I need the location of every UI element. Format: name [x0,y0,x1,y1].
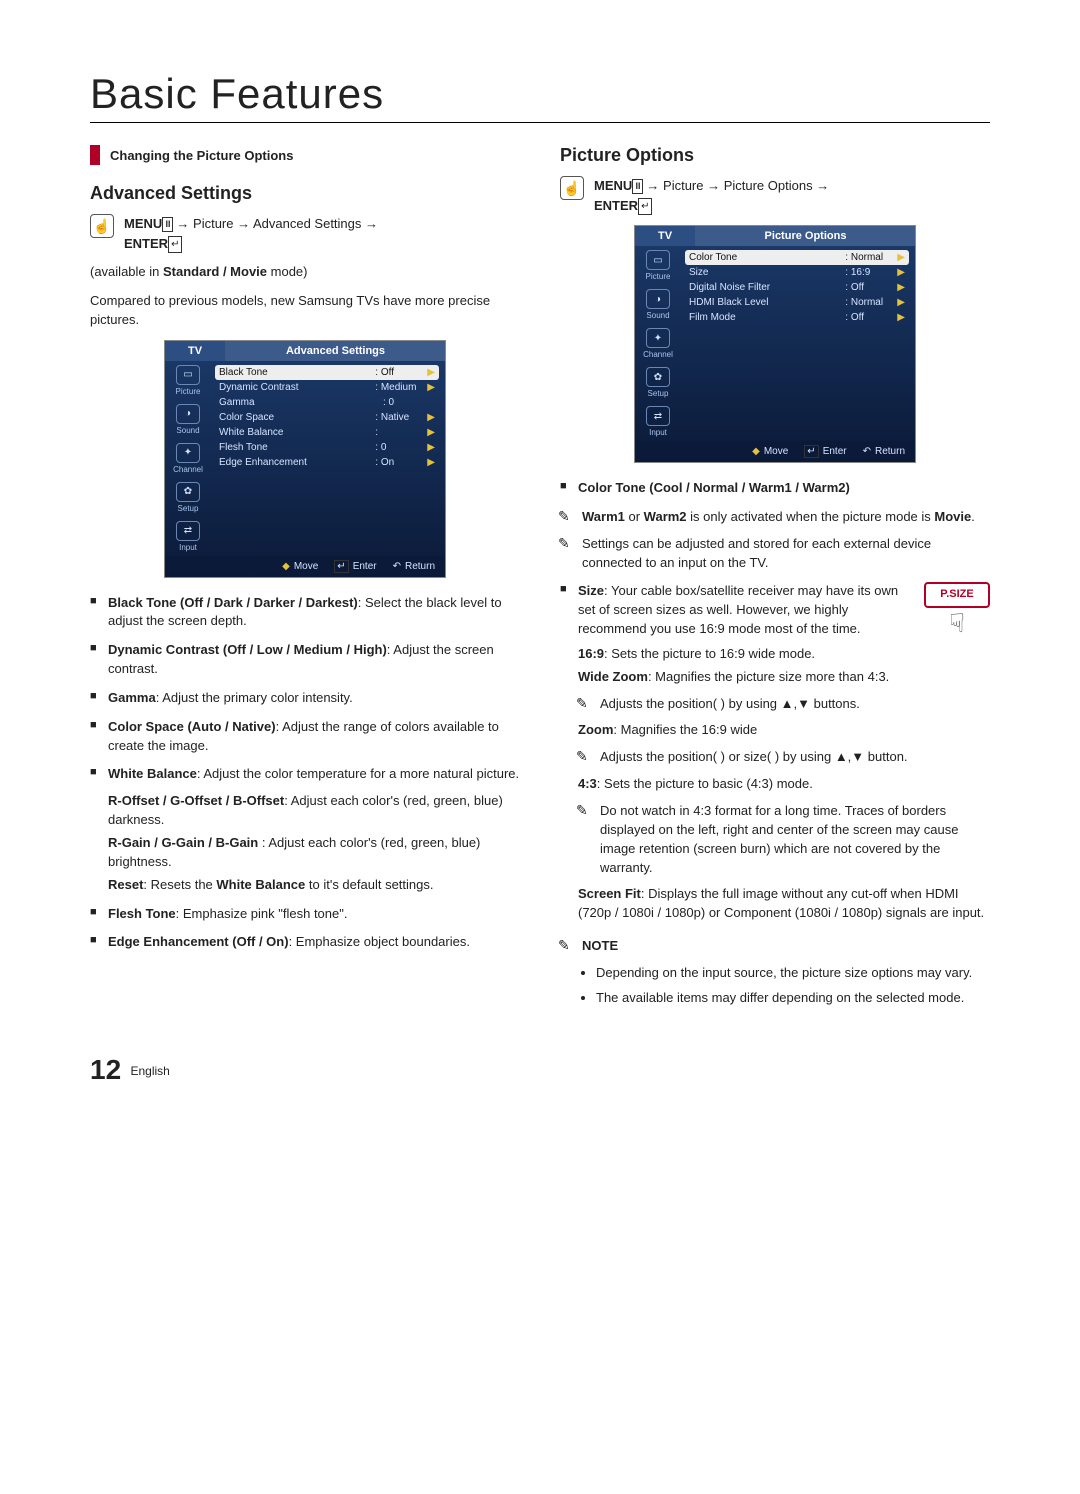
note-zoom: Adjusts the position( ) or size( ) by us… [578,748,990,767]
intro-text: Compared to previous models, new Samsung… [90,292,520,330]
enter-icon: ↵ [168,236,182,253]
input-icon: ⇄ [646,406,670,426]
availability-text: (available in Standard / Movie mode) [90,263,520,282]
note-list: Depending on the input source, the pictu… [560,964,990,1008]
size-list: P.SIZE ☟ Size: Your cable box/satellite … [560,582,990,927]
note-heading: NOTE [560,937,990,956]
osd-row: White Balance:▶ [215,425,439,440]
move-hint: ◆Move [752,445,788,458]
osd-footer: ◆Move ↵Enter ↶Return [165,556,445,577]
sound-icon: ◑ [176,404,200,424]
page-title: Basic Features [90,70,990,118]
osd-tv-label: TV [635,226,696,246]
menu-icon: III [632,179,643,195]
page-footer: 12 English [90,1054,990,1086]
size-item: P.SIZE ☟ Size: Your cable box/satellite … [560,582,990,927]
osd-title: Advanced Settings [226,341,445,361]
enter-hint: ↵Enter [804,445,846,458]
menu-label: MENU [124,216,162,231]
enter-label: ENTER [124,236,168,251]
osd-row: Size: 16:9▶ [685,265,909,280]
color-tone-item: Color Tone (Cool / Normal / Warm1 / Warm… [560,479,990,498]
note-2: The available items may differ depending… [596,989,990,1008]
enter-icon: ↵ [638,198,652,215]
menu-path-mid: → Picture → Advanced Settings → [173,216,378,231]
enter-label: ENTER [594,198,638,213]
menu-icon: III [162,217,173,233]
channel-icon: ✦ [646,328,670,348]
note-1: Depending on the input source, the pictu… [596,964,990,983]
osd-tv-label: TV [165,341,226,361]
heading-picture-options: Picture Options [560,145,990,166]
move-hint: ◆Move [282,560,318,573]
enter-hint: ↵Enter [334,560,376,573]
setup-icon: ✿ [176,482,200,502]
picture-icon: ▭ [176,365,200,385]
osd-rows: Black Tone: Off▶Dynamic Contrast: Medium… [211,361,445,556]
osd-rows: Color Tone: Normal▶Size: 16:9▶Digital No… [681,246,915,441]
osd-row: HDMI Black Level: Normal▶ [685,295,909,310]
osd-advanced-settings: TV Advanced Settings ▭Picture ◑Sound ✦Ch… [164,340,446,578]
psize-box: P.SIZE [924,582,990,608]
picture-icon: ▭ [646,250,670,270]
hand-press-icon: ☟ [924,610,990,636]
osd-row: Color Tone: Normal▶ [685,250,909,265]
section-bar-left: Changing the Picture Options [90,145,520,165]
osd-row: Dynamic Contrast: Medium▶ [215,380,439,395]
page-lang: English [131,1064,170,1078]
page-number: 12 [90,1054,121,1085]
section-bar-left-text: Changing the Picture Options [110,148,293,163]
osd-row: Film Mode: Off▶ [685,310,909,325]
note-43-warning: Do not watch in 4:3 format for a long ti… [578,802,990,877]
return-hint: ↶Return [393,560,435,573]
right-column: Picture Options ☝ MENUIII → Picture → Pi… [560,141,990,1014]
note-wide-zoom: Adjusts the position( ) by using ▲,▼ but… [578,695,990,714]
osd-row: Digital Noise Filter: Off▶ [685,280,909,295]
left-column: Changing the Picture Options Advanced Se… [90,141,520,1014]
title-rule [90,122,990,123]
osd-row: Edge Enhancement: On▶ [215,455,439,470]
osd-side-nav: ▭Picture ◑Sound ✦Channel ✿Setup ⇄Input [635,246,681,441]
channel-icon: ✦ [176,443,200,463]
osd-row: Gamma: 0 [215,395,439,410]
sound-icon: ◑ [646,289,670,309]
note-per-input: Settings can be adjusted and stored for … [560,535,990,573]
menu-label: MENU [594,178,632,193]
menu-path-mid: → Picture → Picture Options → [643,178,829,193]
menu-path-advanced: ☝ MENUIII → Picture → Advanced Settings … [90,214,520,253]
advanced-settings-list: Black Tone (Off / Dark / Darker / Darkes… [90,594,520,953]
menu-path-text: MENUIII → Picture → Picture Options → EN… [594,176,829,215]
heading-advanced-settings: Advanced Settings [90,183,520,204]
osd-title: Picture Options [696,226,915,246]
menu-path-text: MENUIII → Picture → Advanced Settings → … [124,214,378,253]
osd-picture-options: TV Picture Options ▭Picture ◑Sound ✦Chan… [634,225,916,463]
setup-icon: ✿ [646,367,670,387]
hand-icon: ☝ [90,214,114,238]
osd-row: Color Space: Native▶ [215,410,439,425]
osd-side-nav: ▭Picture ◑Sound ✦Channel ✿Setup ⇄Input [165,361,211,556]
osd-row: Black Tone: Off▶ [215,365,439,380]
hand-icon: ☝ [560,176,584,200]
return-hint: ↶Return [863,445,905,458]
osd-row: Flesh Tone: 0▶ [215,440,439,455]
menu-path-picture-options: ☝ MENUIII → Picture → Picture Options → … [560,176,990,215]
osd-footer: ◆Move ↵Enter ↶Return [635,441,915,462]
note-warm-modes: Warm1 or Warm2 is only activated when th… [560,508,990,527]
picture-options-list: Color Tone (Cool / Normal / Warm1 / Warm… [560,479,990,498]
input-icon: ⇄ [176,521,200,541]
psize-badge: P.SIZE ☟ [924,582,990,636]
